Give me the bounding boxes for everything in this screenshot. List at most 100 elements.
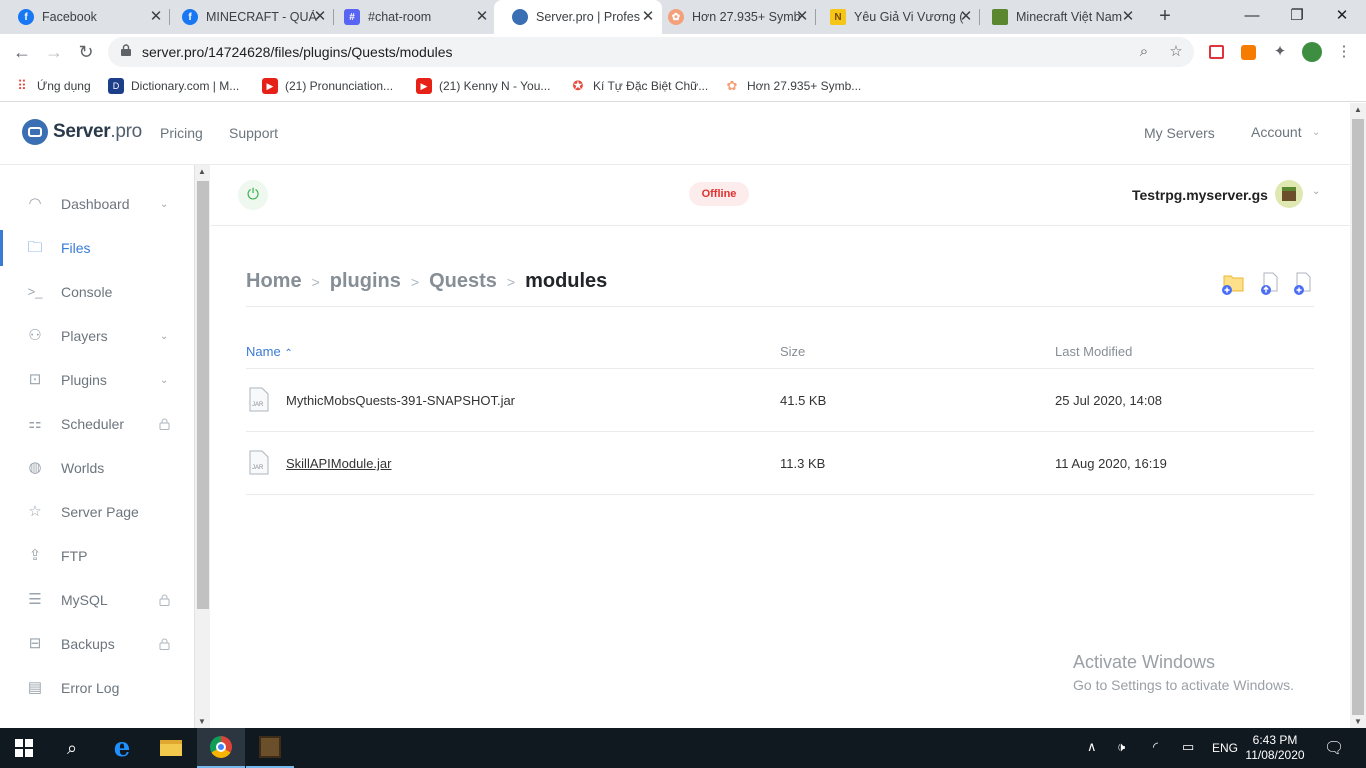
sidebar-item-worlds[interactable]: ◍ Worlds	[0, 446, 194, 490]
sidebar-item-plugins[interactable]: ⊡ Plugins ⌄	[0, 358, 194, 402]
close-tab-icon[interactable]: ✕	[794, 9, 810, 25]
sidebar-item-label: Players	[61, 328, 108, 344]
extensions-icon[interactable]: ✦	[1270, 42, 1290, 62]
bookmark-item[interactable]: D Dictionary.com | M...	[108, 77, 239, 95]
back-button[interactable]: ←	[9, 39, 35, 65]
browser-tab-active[interactable]: Server.pro | Profes ✕	[494, 0, 662, 34]
server-name[interactable]: Testrpg.myserver.gs	[1132, 187, 1268, 203]
sidebar-item-players[interactable]: ⚇ Players ⌄	[0, 314, 194, 358]
nav-support-link[interactable]: Support	[229, 125, 278, 141]
lock-icon[interactable]	[121, 44, 131, 56]
system-clock[interactable]: 6:43 PM 11/08/2020	[1240, 733, 1310, 763]
breadcrumb-plugins[interactable]: plugins	[330, 270, 401, 293]
nav-pricing-link[interactable]: Pricing	[160, 125, 203, 141]
apps-icon: ⠿	[17, 78, 27, 93]
serverpro-logo-icon	[22, 119, 48, 145]
browser-tab[interactable]: N Yêu Giả Vi Vương ( ✕	[812, 0, 980, 34]
file-explorer-icon[interactable]	[147, 728, 195, 768]
tray-overflow-icon[interactable]: ∧	[1087, 739, 1097, 755]
new-folder-icon[interactable]	[1220, 270, 1246, 296]
breadcrumb-separator-icon: >	[410, 273, 420, 290]
minecraft-launcher-icon[interactable]	[246, 728, 294, 768]
url-text[interactable]: server.pro/14724628/files/plugins/Quests…	[142, 44, 453, 60]
upload-file-icon[interactable]	[1256, 270, 1282, 296]
sidebar-scroll-thumb[interactable]	[197, 181, 209, 609]
pocket-extension-icon[interactable]	[1206, 42, 1226, 62]
file-name[interactable]: MythicMobsQuests-391-SNAPSHOT.jar	[286, 393, 515, 408]
page-scrollbar[interactable]: ▲ ▼	[1350, 103, 1366, 728]
browser-tab[interactable]: # #chat-room ✕	[326, 0, 496, 34]
page-scroll-thumb[interactable]	[1352, 119, 1364, 715]
sidebar-item-mysql[interactable]: ☰ MySQL	[0, 578, 194, 622]
power-button[interactable]: ⏻	[238, 180, 268, 210]
table-row[interactable]: JAR SkillAPIModule.jar 11.3 KB 11 Aug 20…	[246, 431, 1314, 494]
sidebar-item-ftp[interactable]: ⇪ FTP	[0, 534, 194, 578]
server-avatar[interactable]	[1275, 180, 1303, 208]
browser-tab[interactable]: ✿ Hơn 27.935+ Symb ✕	[650, 0, 816, 34]
breadcrumb-home[interactable]: Home	[246, 270, 302, 293]
menu-icon[interactable]: ⋮	[1334, 42, 1354, 62]
sidebar-item-files[interactable]: 🗀 Files	[0, 226, 194, 270]
new-file-icon[interactable]	[1289, 270, 1315, 296]
scroll-up-icon[interactable]: ▲	[198, 167, 206, 176]
serverpro-icon	[512, 9, 528, 25]
column-header-size[interactable]: Size	[780, 344, 805, 359]
scroll-down-icon[interactable]: ▼	[1354, 717, 1362, 726]
column-header-name[interactable]: Name ⌃	[246, 344, 293, 359]
scroll-down-icon[interactable]: ▼	[198, 717, 206, 726]
profile-avatar[interactable]	[1302, 42, 1322, 62]
restore-button[interactable]: ❐	[1277, 4, 1317, 28]
browser-tab[interactable]: Minecraft Việt Nam ✕	[974, 0, 1142, 34]
address-bar[interactable]: server.pro/14724628/files/plugins/Quests…	[108, 37, 1194, 67]
forward-button[interactable]: →	[41, 39, 67, 65]
sidebar-item-server-page[interactable]: ☆ Server Page	[0, 490, 194, 534]
volume-icon[interactable]: 🕩	[1117, 739, 1125, 755]
network-icon[interactable]: ◜	[1153, 739, 1158, 755]
browser-tab[interactable]: f Facebook ✕	[0, 0, 170, 34]
new-tab-button[interactable]: +	[1154, 6, 1176, 28]
bookmark-star-icon[interactable]: ☆	[1166, 42, 1186, 62]
chrome-icon[interactable]	[197, 728, 245, 768]
search-icon[interactable]: ⌕	[48, 728, 96, 768]
close-tab-icon[interactable]: ✕	[1120, 9, 1136, 25]
sidebar-item-scheduler[interactable]: ⚏ Scheduler	[0, 402, 194, 446]
column-header-modified[interactable]: Last Modified	[1055, 344, 1132, 359]
edge-icon[interactable]: e	[98, 728, 146, 768]
close-tab-icon[interactable]: ✕	[958, 9, 974, 25]
serverpro-logo[interactable]: Server.pro	[22, 119, 142, 145]
bookmark-item[interactable]: ✿ Hơn 27.935+ Symb...	[724, 77, 862, 95]
scroll-up-icon[interactable]: ▲	[1354, 105, 1362, 114]
nav-my-servers-link[interactable]: My Servers	[1144, 125, 1215, 141]
account-chevron-icon[interactable]: ⌄	[1312, 127, 1320, 138]
sidebar-item-dashboard[interactable]: ◠ Dashboard ⌄	[0, 182, 194, 226]
chevron-down-icon[interactable]: ⌄	[1312, 186, 1320, 197]
watermark-subtitle: Go to Settings to activate Windows.	[1073, 677, 1294, 693]
minimize-button[interactable]: —	[1232, 4, 1272, 28]
close-tab-icon[interactable]: ✕	[474, 9, 490, 25]
language-indicator[interactable]: ENG	[1212, 741, 1238, 755]
browser-tab[interactable]: f MINECRAFT - QUẢ ✕	[164, 0, 334, 34]
bookmark-apps[interactable]: ⠿ Ứng dụng	[14, 77, 90, 95]
reload-button[interactable]: ↻	[73, 39, 99, 65]
nav-account-link[interactable]: Account	[1251, 124, 1302, 140]
logo-text: Server	[53, 121, 111, 142]
plugin-icon: ⊡	[28, 371, 42, 388]
bookmark-item[interactable]: ▶ (21) Kenny N - You...	[416, 77, 550, 95]
sidebar-item-backups[interactable]: ⊟ Backups	[0, 622, 194, 666]
breadcrumb-quests[interactable]: Quests	[429, 270, 497, 293]
file-name[interactable]: SkillAPIModule.jar	[286, 456, 392, 471]
watermark-title: Activate Windows	[1073, 652, 1216, 672]
sidebar-item-error-log[interactable]: ▤ Error Log	[0, 666, 194, 710]
shopping-extension-icon[interactable]	[1238, 42, 1258, 62]
battery-icon[interactable]: ▭	[1182, 739, 1194, 755]
sidebar-item-console[interactable]: >_ Console	[0, 270, 194, 314]
close-window-button[interactable]: ✕	[1322, 4, 1362, 28]
notifications-icon[interactable]: 🗨	[1324, 738, 1344, 758]
bookmark-item[interactable]: ✪ Kí Tự Đặc Biệt Chữ...	[570, 77, 709, 95]
close-tab-icon[interactable]: ✕	[148, 9, 164, 25]
zoom-icon[interactable]: ⌕	[1134, 42, 1154, 62]
sidebar-scrollbar[interactable]: ▲ ▼	[194, 165, 210, 728]
table-row[interactable]: JAR MythicMobsQuests-391-SNAPSHOT.jar 41…	[246, 368, 1314, 431]
start-button[interactable]	[0, 728, 48, 768]
bookmark-item[interactable]: ▶ (21) Pronunciation...	[262, 77, 393, 95]
